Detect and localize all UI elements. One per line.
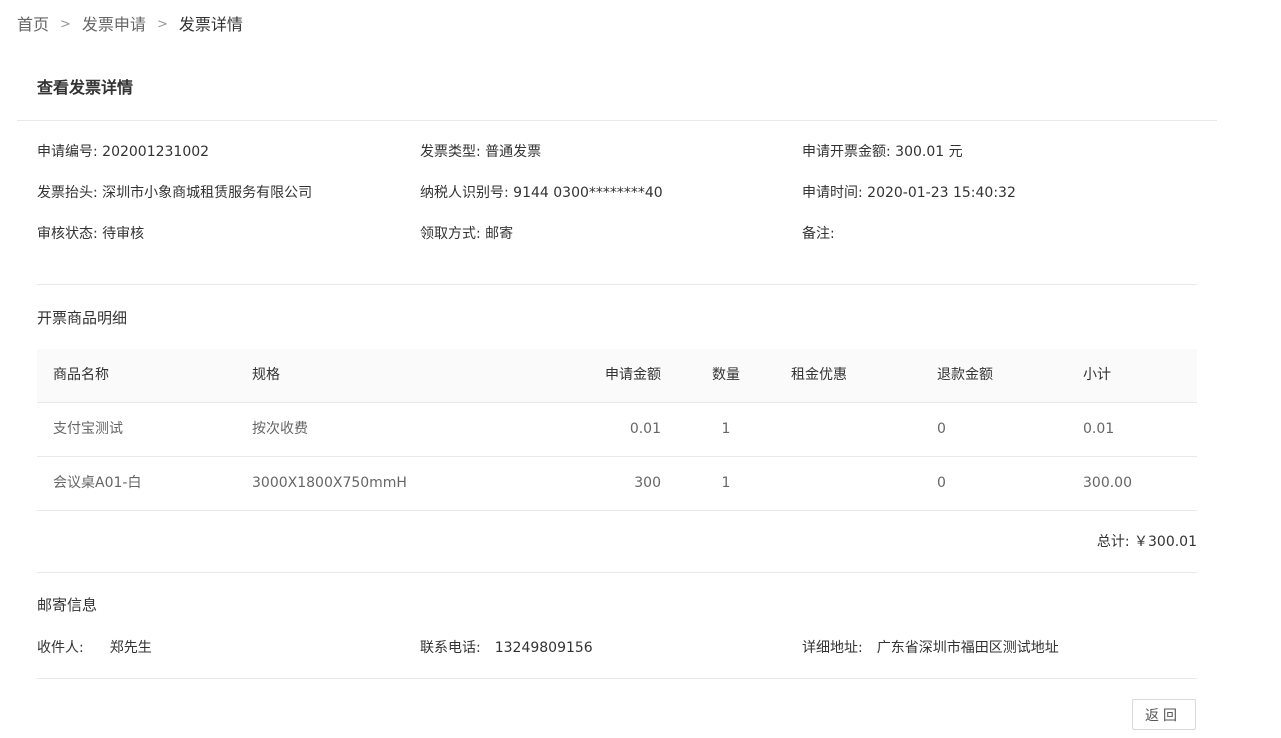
mail-section-title: 邮寄信息 <box>37 596 98 614</box>
apply-time-field: 申请时间: 2020-01-23 15:40:32 <box>802 183 1016 203</box>
column-header-spec: 规格 <box>252 367 280 383</box>
column-header-discount: 租金优惠 <box>791 367 847 383</box>
breadcrumb-separator: > <box>60 17 71 32</box>
back-button[interactable]: 返回 <box>1132 699 1196 730</box>
cell-refund: 0 <box>937 421 946 437</box>
invoice-header-label: 发票抬头: <box>37 185 98 201</box>
goods-table: 商品名称 规格 申请金额 数量 租金优惠 退款金额 小计 支付宝测试 按次收费 … <box>37 349 1197 511</box>
cell-spec: 按次收费 <box>252 421 308 437</box>
address-value: 广东省深圳市福田区测试地址 <box>876 640 1059 656</box>
phone-value: 13249809156 <box>494 640 593 656</box>
cell-subtotal: 0.01 <box>1083 421 1115 437</box>
column-header-refund: 退款金额 <box>937 367 993 383</box>
title-divider <box>17 120 1217 121</box>
column-header-qty: 数量 <box>712 367 740 383</box>
recipient-value: 郑先生 <box>109 640 152 656</box>
invoice-header-field: 发票抬头: 深圳市小象商城租赁服务有限公司 <box>37 183 312 203</box>
info-row: 发票抬头: 深圳市小象商城租赁服务有限公司 纳税人识别号: 9144 0300*… <box>37 183 1197 203</box>
section-divider <box>37 572 1197 573</box>
taxpayer-id-value: 9144 0300********40 <box>513 185 663 201</box>
taxpayer-id-label: 纳税人识别号: <box>420 185 509 201</box>
breadcrumb-current: 发票详情 <box>178 15 243 34</box>
column-header-name: 商品名称 <box>53 367 109 383</box>
cell-amount: 0.01 <box>629 421 661 437</box>
table-row: 会议桌A01-白 3000X1800X750mmH 300 1 0 300.00 <box>37 457 1197 511</box>
invoice-type-value: 普通发票 <box>485 144 542 160</box>
info-row: 申请编号: 202001231002 发票类型: 普通发票 申请开票金额: 30… <box>37 142 1197 162</box>
cell-subtotal: 300.00 <box>1083 475 1132 491</box>
remark-label: 备注: <box>802 226 835 242</box>
mail-info-row: 收件人: 郑先生 联系电话: 13249809156 详细地址: 广东省深圳市福田区测… <box>37 638 1197 658</box>
apply-no-label: 申请编号: <box>37 144 98 160</box>
cell-name: 会议桌A01-白 <box>53 475 142 491</box>
audit-status-value: 待审核 <box>102 226 145 242</box>
breadcrumb-invoice-apply-link[interactable]: 发票申请 <box>82 13 146 37</box>
cell-spec: 3000X1800X750mmH <box>252 475 407 491</box>
address-label: 详细地址: <box>802 640 863 656</box>
cell-qty: 1 <box>721 475 731 491</box>
audit-status-label: 审核状态: <box>37 226 98 242</box>
breadcrumb-separator: > <box>156 17 168 32</box>
phone-label: 联系电话: <box>420 640 481 656</box>
phone-field: 联系电话: 13249809156 <box>420 638 593 658</box>
goods-section-title: 开票商品明细 <box>37 309 128 327</box>
invoice-type-label: 发票类型: <box>420 144 481 160</box>
apply-amount-value: 300.01 元 <box>895 144 963 160</box>
invoice-header-value: 深圳市小象商城租赁服务有限公司 <box>102 185 313 201</box>
remark-field: 备注: <box>802 224 835 244</box>
total-amount: 总计: ￥300.01 <box>1096 534 1197 550</box>
apply-no-field: 申请编号: 202001231002 <box>37 142 209 162</box>
breadcrumb: 首页 > 发票申请 > 发票详情 <box>17 13 243 37</box>
column-header-subtotal: 小计 <box>1083 367 1111 383</box>
section-divider <box>37 284 1197 285</box>
address-field: 详细地址: 广东省深圳市福田区测试地址 <box>802 638 1059 658</box>
cell-qty: 1 <box>721 421 731 437</box>
apply-time-value: 2020-01-23 15:40:32 <box>867 185 1016 201</box>
recipient-label: 收件人: <box>37 640 84 656</box>
invoice-detail-page: 首页 > 发票申请 > 发票详情 查看发票详情 申请编号: 2020012310… <box>0 0 1281 738</box>
pickup-method-value: 邮寄 <box>485 226 514 242</box>
page-title: 查看发票详情 <box>37 78 134 97</box>
pickup-method-field: 领取方式: 邮寄 <box>420 224 513 244</box>
invoice-type-field: 发票类型: 普通发票 <box>420 142 541 162</box>
taxpayer-id-field: 纳税人识别号: 9144 0300********40 <box>420 183 663 203</box>
cell-name: 支付宝测试 <box>53 421 123 437</box>
apply-amount-field: 申请开票金额: 300.01 元 <box>802 142 963 162</box>
audit-status-field: 审核状态: 待审核 <box>37 224 144 244</box>
column-header-amount: 申请金额 <box>605 367 661 383</box>
apply-time-label: 申请时间: <box>802 185 863 201</box>
table-header: 商品名称 规格 申请金额 数量 租金优惠 退款金额 小计 <box>37 349 1197 403</box>
pickup-method-label: 领取方式: <box>420 226 481 242</box>
breadcrumb-home-link[interactable]: 首页 <box>17 13 49 37</box>
cell-refund: 0 <box>937 475 946 491</box>
apply-no-value: 202001231002 <box>102 144 210 160</box>
recipient-field: 收件人: 郑先生 <box>37 638 152 658</box>
cell-amount: 300 <box>634 475 661 491</box>
table-row: 支付宝测试 按次收费 0.01 1 0 0.01 <box>37 403 1197 457</box>
apply-amount-label: 申请开票金额: <box>802 144 891 160</box>
info-row: 审核状态: 待审核 领取方式: 邮寄 备注: <box>37 224 1197 244</box>
section-divider <box>37 678 1197 679</box>
